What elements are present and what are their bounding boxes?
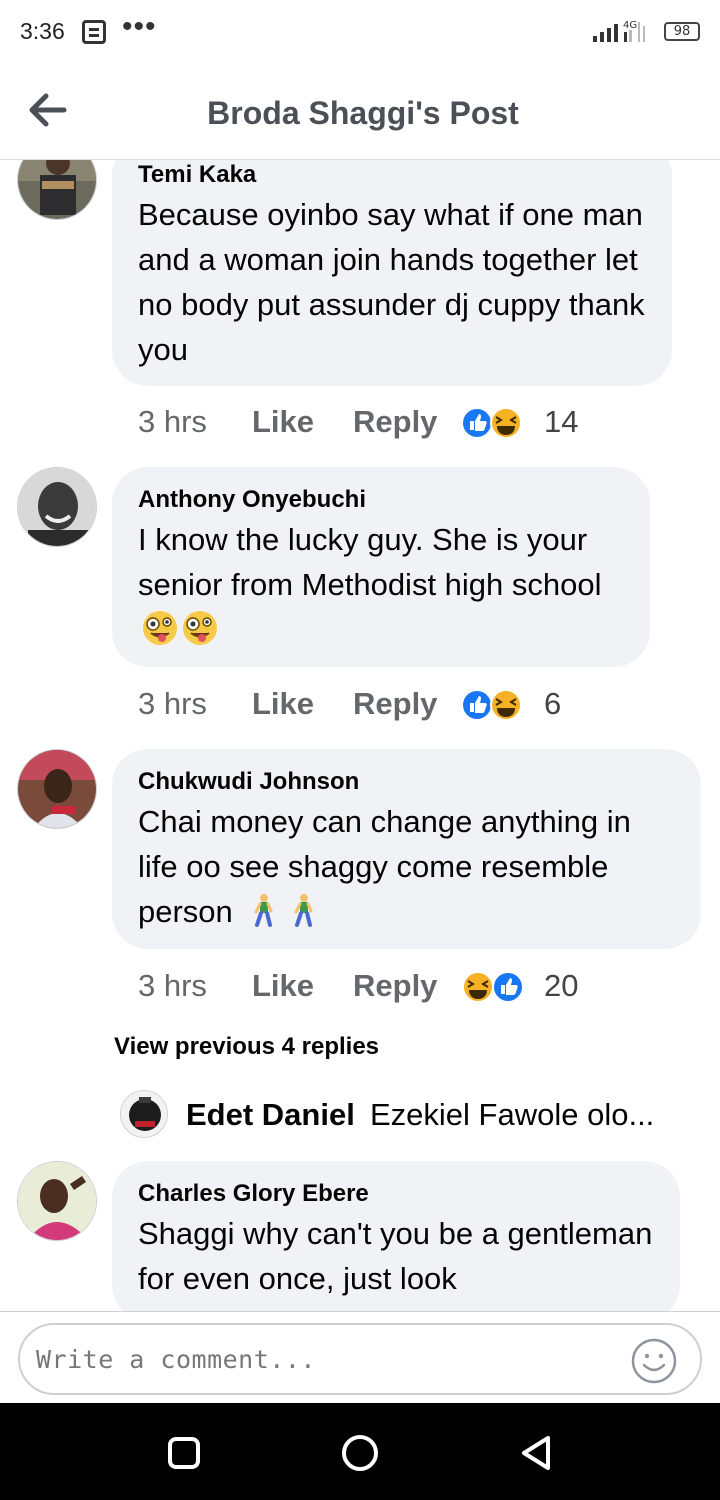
signal-icon: 4G [593, 20, 645, 42]
walking-person-emoji-icon [254, 894, 273, 927]
battery-icon: 98 [664, 22, 700, 41]
comment-author[interactable]: Chukwudi Johnson [138, 767, 675, 797]
comment-author[interactable]: Anthony Onyebuchi [138, 485, 624, 515]
view-previous-replies-link[interactable]: View previous 4 replies [114, 1033, 379, 1061]
comment-text-body: I know the lucky guy. She is your senior… [138, 522, 602, 602]
like-button[interactable]: Like [252, 966, 314, 1006]
page-title: Broda Shaggi's Post [207, 95, 519, 131]
reply-preview-text: Ezekiel Fawole olo... [370, 1097, 655, 1132]
header: Broda Shaggi's Post [0, 64, 720, 160]
comment-time: 3 hrs [138, 686, 207, 721]
comment-composer: Write a comment... [0, 1311, 720, 1403]
comment-bubble[interactable]: Chukwudi Johnson Chai money can change a… [112, 749, 701, 949]
avatar[interactable] [120, 1090, 168, 1138]
comment-bubble[interactable]: Temi Kaka Because oyinbo say what if one… [112, 140, 672, 386]
avatar[interactable] [17, 467, 97, 547]
reaction-count[interactable]: 6 [544, 684, 561, 724]
back-icon[interactable] [516, 1433, 556, 1473]
reaction-count[interactable]: 14 [544, 402, 578, 442]
reactions-icon[interactable] [460, 970, 528, 1004]
reply-button[interactable]: Reply [353, 684, 437, 724]
reaction-count[interactable]: 20 [544, 966, 578, 1006]
reply-author[interactable]: Edet Daniel [186, 1097, 355, 1133]
reactions-icon[interactable] [460, 688, 528, 722]
comment-text: Shaggi why can't you be a gentleman for … [138, 1216, 653, 1296]
avatar[interactable] [17, 749, 97, 829]
comment-actions: 3 hrs Like Reply 6 [138, 684, 698, 724]
comment-time: 3 hrs [138, 404, 207, 439]
comment-bubble[interactable]: Anthony Onyebuchi I know the lucky guy. … [112, 467, 650, 667]
walking-person-emoji-icon [294, 894, 313, 927]
recent-apps-icon[interactable] [164, 1433, 204, 1473]
like-button[interactable]: Like [252, 684, 314, 724]
system-navigation-bar [0, 1403, 720, 1500]
comment-input-placeholder: Write a comment... [36, 1345, 316, 1374]
reply-button[interactable]: Reply [353, 966, 437, 1006]
avatar[interactable] [17, 1161, 97, 1241]
more-notifications-icon: ••• [122, 10, 157, 43]
emoji-picker-icon[interactable] [630, 1337, 678, 1385]
reply-button[interactable]: Reply [353, 402, 437, 442]
comment-input[interactable]: Write a comment... [18, 1323, 702, 1395]
home-icon[interactable] [340, 1433, 380, 1473]
comment-author[interactable]: Temi Kaka [138, 160, 646, 190]
zany-face-emoji-icon [143, 611, 177, 645]
comment-actions: 3 hrs Like Reply 20 [138, 966, 698, 1006]
zany-face-emoji-icon [183, 611, 217, 645]
comment-text: Because oyinbo say what if one man and a… [138, 197, 645, 367]
notification-icon [82, 20, 106, 44]
comment-author[interactable]: Charles Glory Ebere [138, 1179, 654, 1209]
comment-bubble[interactable]: Charles Glory Ebere Shaggi why can't you… [112, 1161, 680, 1321]
comment-actions: 3 hrs Like Reply 14 [138, 402, 698, 442]
comment-text: I know the lucky guy. She is your senior… [138, 517, 624, 652]
status-bar: 3:36 ••• 4G 98 [0, 0, 720, 64]
comment-text-body: Chai money can change anything in life o… [138, 804, 631, 929]
reactions-icon[interactable] [460, 406, 528, 440]
comment-text: Chai money can change anything in life o… [138, 799, 675, 934]
like-button[interactable]: Like [252, 402, 314, 442]
status-time: 3:36 [20, 18, 65, 44]
reply-preview[interactable]: Edet Daniel Ezekiel Fawole olo... [120, 1090, 700, 1140]
comment-time: 3 hrs [138, 968, 207, 1003]
network-type-label: 4G [623, 20, 637, 31]
